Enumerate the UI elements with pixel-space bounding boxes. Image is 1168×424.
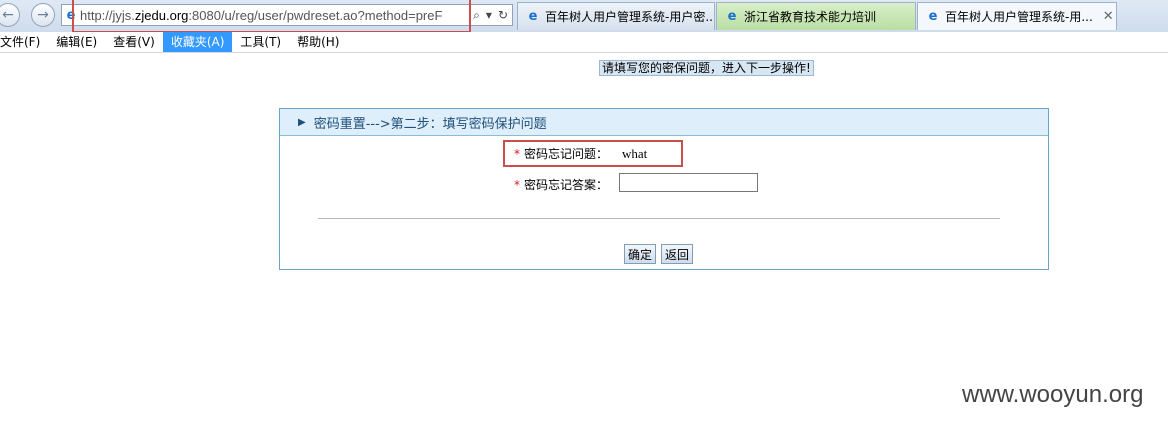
url-highlight-box bbox=[72, 0, 471, 33]
menu-tools[interactable]: 工具(T) bbox=[232, 32, 289, 52]
question-highlight-box bbox=[503, 140, 683, 167]
menu-edit[interactable]: 编辑(E) bbox=[48, 32, 105, 52]
menu-favorites[interactable]: 收藏夹(A) bbox=[162, 32, 233, 52]
menu-view[interactable]: 查看(V) bbox=[105, 32, 163, 52]
dropdown-icon[interactable]: ▾ bbox=[486, 8, 492, 23]
search-icon[interactable]: ⌕ bbox=[473, 8, 480, 23]
divider bbox=[318, 218, 1000, 219]
tab-label: 百年树人用户管理系统-用... bbox=[945, 10, 1093, 24]
forward-button[interactable]: → bbox=[31, 3, 55, 27]
panel-title: 密码重置--->第二步：填写密码保护问题 bbox=[313, 116, 547, 132]
ie-tab-icon: e bbox=[528, 9, 538, 24]
menu-bar: 文件(F) 编辑(E) 查看(V) 收藏夹(A) 工具(T) 帮助(H) bbox=[0, 32, 1168, 53]
tab-user-password[interactable]: e 百年树人用户管理系统-用户密... bbox=[517, 2, 715, 30]
close-tab-icon[interactable]: ✕ bbox=[1093, 9, 1114, 24]
forward-arrow-icon: → bbox=[37, 7, 49, 23]
tab-user-management-active[interactable]: e 百年树人用户管理系统-用... ✕ bbox=[917, 2, 1117, 30]
back-button[interactable]: ← bbox=[0, 3, 20, 27]
watermark: www.wooyun.org bbox=[962, 381, 1144, 408]
instruction-hint: 请填写您的密保问题，进入下一步操作! bbox=[599, 60, 814, 76]
back-button-form[interactable]: 返回 bbox=[661, 244, 694, 264]
back-arrow-icon: ← bbox=[2, 7, 14, 23]
panel-header: ▶ 密码重置--->第二步：填写密码保护问题 bbox=[280, 109, 1048, 136]
refresh-icon[interactable]: ↻ bbox=[498, 8, 508, 23]
required-mark: * bbox=[514, 177, 520, 192]
password-reset-panel: ▶ 密码重置--->第二步：填写密码保护问题 * 密码忘记问题： what * … bbox=[279, 108, 1049, 270]
ie-tab-icon: e bbox=[727, 9, 737, 24]
tab-zhejiang-training[interactable]: e 浙江省教育技术能力培训 bbox=[716, 2, 916, 30]
browser-chrome: ← → e http://jyjs.zjedu.org:8080/u/reg/u… bbox=[0, 0, 1168, 33]
answer-label: 密码忘记答案： bbox=[524, 178, 609, 192]
confirm-button[interactable]: 确定 bbox=[624, 244, 657, 264]
menu-help[interactable]: 帮助(H) bbox=[289, 32, 347, 52]
answer-row: * 密码忘记答案： bbox=[514, 176, 608, 193]
answer-input[interactable] bbox=[619, 173, 758, 192]
triangle-right-icon: ▶ bbox=[298, 116, 306, 128]
menu-file[interactable]: 文件(F) bbox=[0, 32, 48, 52]
ie-tab-icon: e bbox=[928, 9, 938, 24]
tab-label: 浙江省教育技术能力培训 bbox=[744, 10, 877, 24]
tab-label: 百年树人用户管理系统-用户密... bbox=[545, 10, 715, 24]
